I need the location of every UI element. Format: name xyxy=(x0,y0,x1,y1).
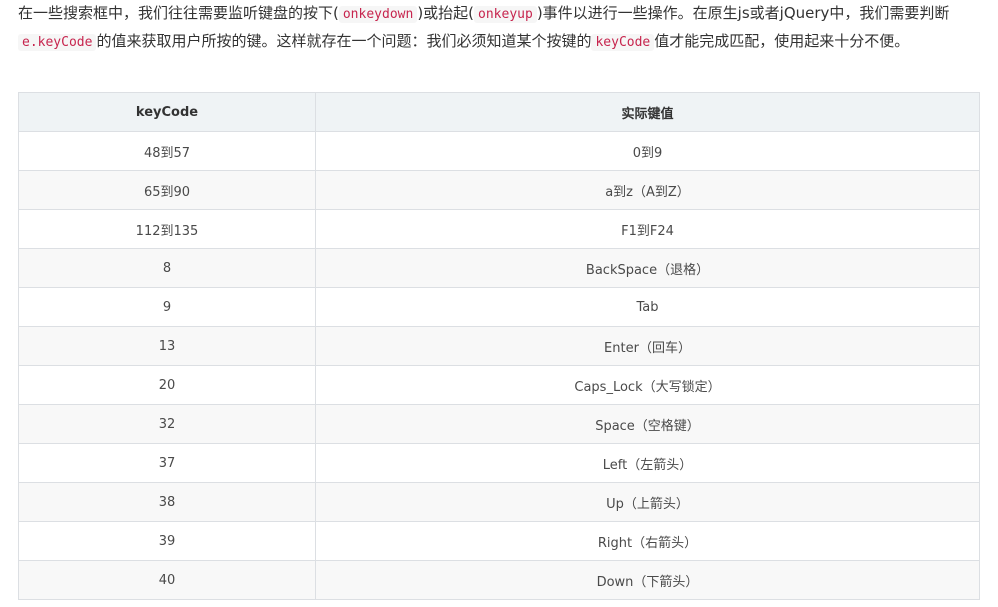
table-row: 37 Left（左箭头） xyxy=(18,443,980,483)
table-header-row: keyCode 实际键值 xyxy=(18,92,980,132)
cell-key-value: Down（下箭头） xyxy=(315,560,980,600)
table-row: 20 Caps_Lock（大写锁定） xyxy=(18,365,980,405)
code-e-keycode: e.keyCode xyxy=(18,34,97,51)
intro-text-4: 的值来获取用户所按的键。这样就存在一个问题：我们必须知道某个按键的 xyxy=(96,32,592,50)
cell-key-value: F1到F24 xyxy=(315,209,980,249)
cell-keycode: 37 xyxy=(18,443,316,483)
table-row: 40 Down（下箭头） xyxy=(18,560,980,600)
cell-keycode: 20 xyxy=(18,365,316,405)
table-row: 9 Tab xyxy=(18,287,980,327)
cell-key-value: Caps_Lock（大写锁定） xyxy=(315,365,980,405)
table-row: 38 Up（上箭头） xyxy=(18,482,980,522)
code-onkeydown: onkeydown xyxy=(338,6,418,23)
intro-text-5: 值才能完成匹配，使用起来十分不便。 xyxy=(654,32,910,50)
cell-keycode: 39 xyxy=(18,521,316,561)
intro-text-3: )事件以进行一些操作。在原生js或者jQuery中，我们需要判断 xyxy=(536,4,950,22)
header-keycode: keyCode xyxy=(18,92,316,132)
intro-text-1: 在一些搜索框中，我们往往需要监听键盘的按下( xyxy=(18,4,339,22)
table-row: 48到57 0到9 xyxy=(18,131,980,171)
cell-key-value: 0到9 xyxy=(315,131,980,171)
table-row: 32 Space（空格键） xyxy=(18,404,980,444)
cell-key-value: Tab xyxy=(315,287,980,327)
cell-key-value: BackSpace（退格） xyxy=(315,248,980,288)
code-keycode: keyCode xyxy=(591,34,655,51)
cell-keycode: 112到135 xyxy=(18,209,316,249)
cell-key-value: Space（空格键） xyxy=(315,404,980,444)
cell-keycode: 9 xyxy=(18,287,316,327)
table-row: 112到135 F1到F24 xyxy=(18,209,980,249)
cell-keycode: 38 xyxy=(18,482,316,522)
cell-key-value: Enter（回车） xyxy=(315,326,980,366)
table-row: 65到90 a到z（A到Z） xyxy=(18,170,980,210)
intro-paragraph: 在一些搜索框中，我们往往需要监听键盘的按下(onkeydown)或抬起(onke… xyxy=(18,0,980,56)
keycode-table: keyCode 实际键值 48到57 0到9 65到90 a到z（A到Z） 11… xyxy=(18,92,980,600)
cell-keycode: 65到90 xyxy=(18,170,316,210)
cell-key-value: Left（左箭头） xyxy=(315,443,980,483)
cell-keycode: 13 xyxy=(18,326,316,366)
intro-text-2: )或抬起( xyxy=(417,4,475,22)
cell-keycode: 32 xyxy=(18,404,316,444)
cell-key-value: Right（右箭头） xyxy=(315,521,980,561)
cell-keycode: 8 xyxy=(18,248,316,288)
code-onkeyup: onkeyup xyxy=(474,6,537,23)
header-actual-key: 实际键值 xyxy=(315,92,980,132)
cell-keycode: 40 xyxy=(18,560,316,600)
article-body: 在一些搜索框中，我们往往需要监听键盘的按下(onkeydown)或抬起(onke… xyxy=(0,0,998,607)
cell-keycode: 48到57 xyxy=(18,131,316,171)
table-row: 39 Right（右箭头） xyxy=(18,521,980,561)
cell-key-value: Up（上箭头） xyxy=(315,482,980,522)
cell-key-value: a到z（A到Z） xyxy=(315,170,980,210)
table-row: 13 Enter（回车） xyxy=(18,326,980,366)
table-row: 8 BackSpace（退格） xyxy=(18,248,980,288)
